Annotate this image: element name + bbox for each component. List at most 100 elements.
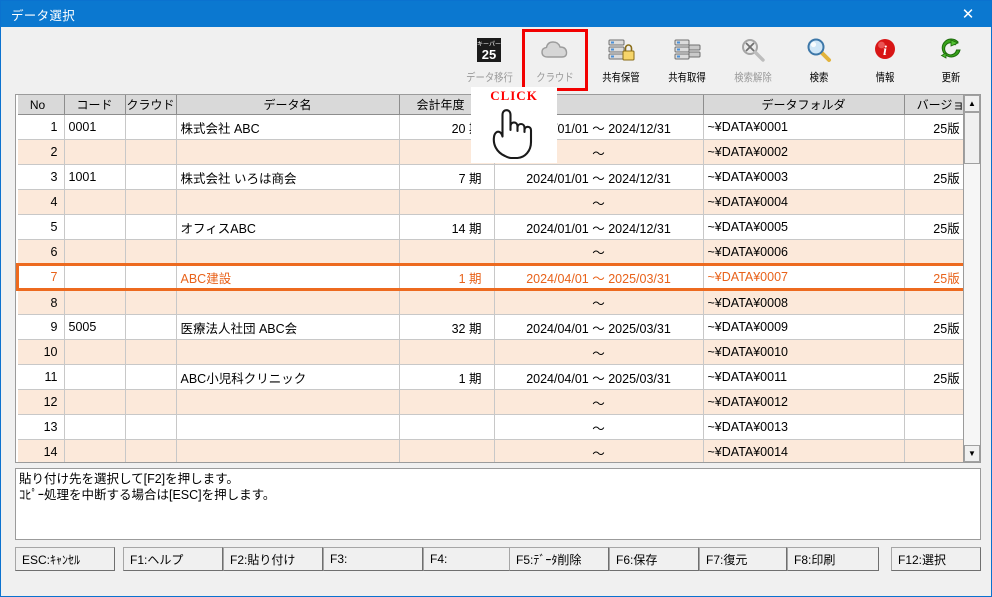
table-row[interactable]: 31001株式会社 いろは商会7 期2024/01/01 ～ 2024/12/3… [18,165,964,190]
table-row[interactable]: 6～~¥DATA¥0006 [18,240,964,265]
function-button[interactable]: F5:ﾃﾞｰﾀ削除 [509,547,609,571]
table-row[interactable]: 13～~¥DATA¥0013 [18,415,964,440]
scroll-up-icon[interactable]: ▲ [964,95,980,112]
toolbar-button-label: 検索 [810,69,829,85]
cell-cloud [125,115,176,140]
toolbar-button-info[interactable]: i 情報 [852,29,918,91]
cell-no: 2 [18,140,65,165]
window-title: データ選択 [1,5,75,24]
cell-cloud [125,265,176,290]
table-row[interactable]: 95005医療法人社団 ABC会32 期2024/04/01 ～ 2025/03… [18,315,964,340]
cell-version [904,415,963,440]
toolbar-button-cloud[interactable]: クラウド [522,29,588,91]
cell-no: 11 [18,365,65,390]
toolbar-button-label: データ移行 [466,69,513,85]
data-selection-window: データ選択 ✕ 共有データの取得と保管を自動化する キーパー 25 データ移行 [0,0,992,597]
function-button[interactable]: F6:保存 [609,547,699,571]
toolbar-button-search-clear[interactable]: 検索解除 [720,29,786,91]
cell-name [176,140,399,165]
function-button[interactable]: F8:印刷 [787,547,879,571]
column-header-folder[interactable]: データフォルダ [703,95,904,115]
table-row[interactable]: 8～~¥DATA¥0008 [18,290,964,315]
cell-cloud [125,215,176,240]
cell-cloud [125,390,176,415]
search-clear-icon [738,34,768,66]
toolbar-button-search[interactable]: 検索 [786,29,852,91]
table-body: 10001株式会社 ABC20 期2024/01/01 ～ 2024/12/31… [18,115,964,463]
cell-name [176,240,399,265]
table-row-selected[interactable]: 7ABC建設1 期2024/04/01 ～ 2025/03/31~¥DATA¥0… [18,265,964,290]
cell-version: 25版 [904,265,963,290]
table-row[interactable]: 10～~¥DATA¥0010 [18,340,964,365]
cell-folder: ~¥DATA¥0001 [703,115,904,140]
cell-period: ～ [494,190,703,215]
column-header-cloud[interactable]: クラウド [125,95,176,115]
table-row[interactable]: 4～~¥DATA¥0004 [18,190,964,215]
column-header-code[interactable]: コード [64,95,125,115]
cell-cloud [125,415,176,440]
table-row[interactable]: 14～~¥DATA¥0014 [18,440,964,463]
close-icon[interactable]: ✕ [945,1,991,27]
scrollbar-thumb[interactable] [964,112,980,164]
function-button[interactable]: F2:貼り付け [223,547,323,571]
cell-folder: ~¥DATA¥0002 [703,140,904,165]
cell-period: ～ [494,440,703,463]
cell-name [176,290,399,315]
column-header-name[interactable]: データ名 [176,95,399,115]
toolbar-button-label: 情報 [876,69,895,85]
function-button[interactable]: F1:ヘルプ [123,547,223,571]
function-button[interactable]: ESC:ｷｬﾝｾﾙ [15,547,115,571]
table-row[interactable]: 5オフィスABC14 期2024/01/01 ～ 2024/12/31~¥DAT… [18,215,964,240]
column-header-version[interactable]: バージョン [904,95,963,115]
toolbar-button-refresh[interactable]: 更新 [918,29,984,91]
cell-no: 4 [18,190,65,215]
svg-text:i: i [883,44,887,59]
cell-no: 1 [18,115,65,140]
cell-period: ～ [494,415,703,440]
cell-code [64,140,125,165]
cell-folder: ~¥DATA¥0008 [703,290,904,315]
toolbar-button-label: 更新 [942,69,961,85]
function-button[interactable]: F3: [323,547,423,571]
cell-name [176,415,399,440]
click-annotation-overlay: CLICK [471,87,557,163]
cell-folder: ~¥DATA¥0014 [703,440,904,463]
cell-cloud [125,315,176,340]
cell-folder: ~¥DATA¥0009 [703,315,904,340]
cell-name: 医療法人社団 ABC会 [176,315,399,340]
cell-name: 株式会社 いろは商会 [176,165,399,190]
cell-no: 12 [18,390,65,415]
function-button[interactable]: F4: [423,547,523,571]
cell-folder: ~¥DATA¥0012 [703,390,904,415]
cell-period: 2024/04/01 ～ 2025/03/31 [494,265,703,290]
scrollbar-track[interactable] [964,112,980,445]
table-row[interactable]: 11ABC小児科クリニック1 期2024/04/01 ～ 2025/03/31~… [18,365,964,390]
function-button[interactable]: F12:選択 [891,547,981,571]
cell-code: 5005 [64,315,125,340]
cell-code: 0001 [64,115,125,140]
cell-year [399,340,494,365]
table-row[interactable]: 12 ～~¥DATA¥0012 [18,390,964,415]
cell-code [64,415,125,440]
cell-period: ～ [494,390,703,415]
cell-name: ABC小児科クリニック [176,365,399,390]
cell-no: 9 [18,315,65,340]
vertical-scrollbar[interactable]: ▲ ▼ [963,95,980,462]
title-bar: データ選択 ✕ [1,1,991,27]
cell-year [399,240,494,265]
function-button[interactable]: F7:復元 [699,547,787,571]
toolbar-button-data-migration[interactable]: キーパー 25 データ移行 [456,29,522,91]
cell-period: 2024/01/01 ～ 2024/12/31 [494,165,703,190]
cell-version: 25版 [904,165,963,190]
cell-year [399,290,494,315]
scroll-down-icon[interactable]: ▼ [964,445,980,462]
cell-period: ～ [494,340,703,365]
cell-folder: ~¥DATA¥0007 [703,265,904,290]
toolbar-button-share-store[interactable]: 共有保管 [588,29,654,91]
cell-year: 1 期 [399,365,494,390]
toolbar-button-share-fetch[interactable]: 共有取得 [654,29,720,91]
share-store-icon [606,34,636,66]
cell-code [64,390,125,415]
cell-name [176,190,399,215]
column-header-no[interactable]: No [18,95,65,115]
